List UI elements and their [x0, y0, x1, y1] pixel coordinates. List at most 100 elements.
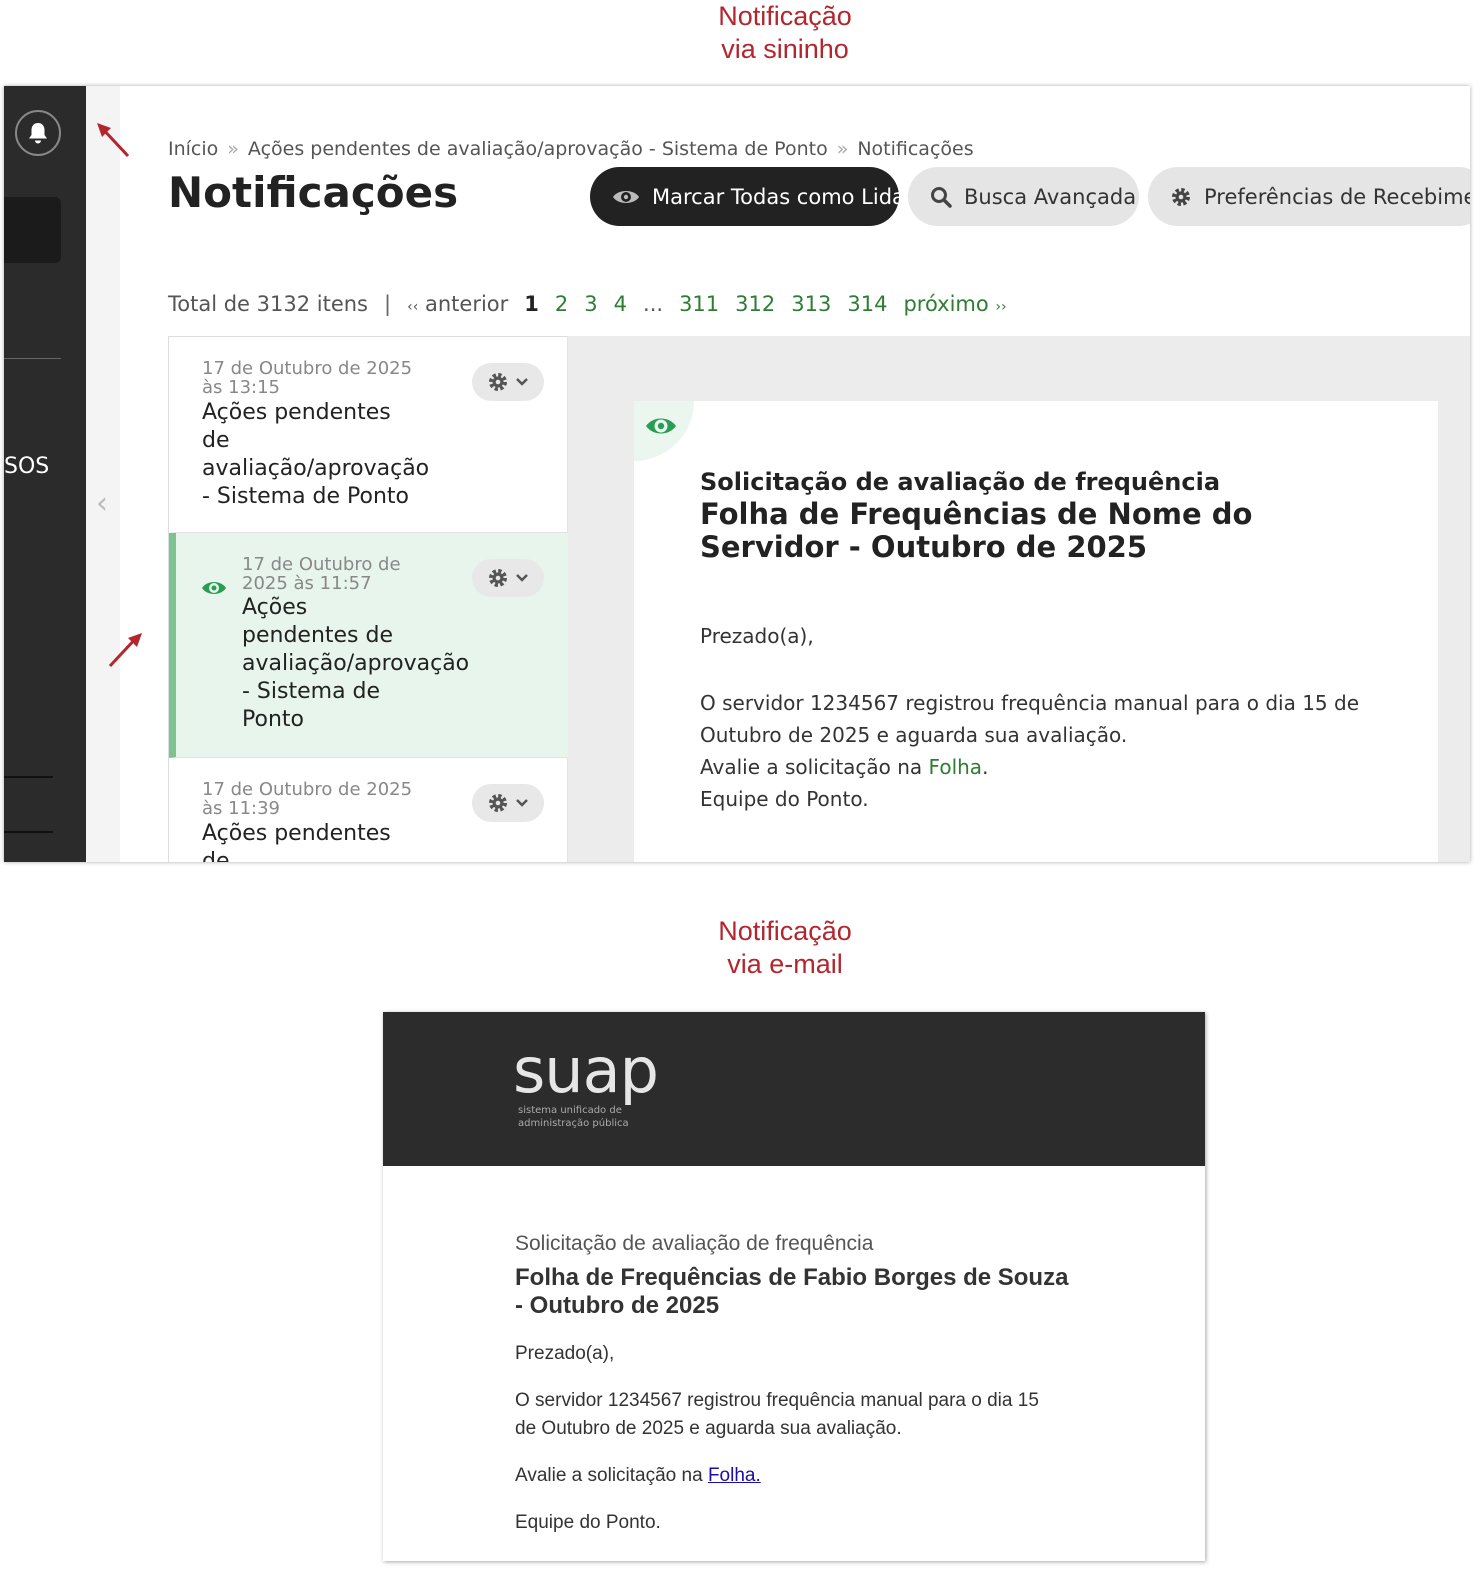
notification-title: Ações pendentes de avaliação/aprovação -… — [242, 594, 469, 734]
pagination-page[interactable]: 313 — [791, 292, 831, 316]
email-signature: Equipe do Ponto. — [515, 1512, 661, 1533]
chevron-left-icon[interactable]: ‹ — [96, 486, 108, 521]
notification-item[interactable]: 17 de Outubro de 2025 às 13:15 Ações pen… — [169, 337, 568, 533]
suap-logo-tagline: sistema unificado de administração públi… — [518, 1104, 629, 1130]
app-screenshot: SOS ‹ Início» Ações pendentes de avaliaçã… — [4, 86, 1470, 862]
pagination-page[interactable]: 314 — [847, 292, 887, 316]
chevron-down-icon — [516, 378, 528, 386]
date-line: 2025 às 11:57 — [242, 573, 372, 594]
pagination: Total de 3132 itens | ‹‹ anterior 1 2 3 … — [168, 292, 1007, 316]
email-review-prefix: Avalie a solicitação na — [515, 1465, 708, 1486]
prev-arrows: ‹‹ — [407, 299, 419, 315]
notification-actions-button[interactable] — [472, 784, 544, 822]
next-arrows: ›› — [995, 299, 1007, 315]
pagination-ellipsis: ... — [643, 292, 664, 316]
pagination-page[interactable]: 3 — [584, 292, 597, 316]
arrow-icon — [97, 123, 130, 158]
title-line: Ações pendentes — [202, 821, 391, 846]
notification-item-selected[interactable]: 17 de Outubro de 2025 às 11:57 Ações pen… — [169, 533, 568, 758]
next-label: próximo — [903, 292, 989, 316]
eye-icon — [646, 418, 676, 434]
gear-icon — [489, 794, 507, 812]
tagline-line: sistema unificado de — [518, 1105, 622, 1116]
review-prefix: Avalie a solicitação na — [700, 755, 929, 779]
eye-icon — [613, 190, 639, 203]
detail-body-line: O servidor 1234567 registrou frequência … — [700, 691, 1359, 715]
chevron-down-icon — [516, 799, 528, 807]
caption-email-line2: via e-mail — [727, 949, 843, 979]
detail-signature: Equipe do Ponto. — [700, 787, 869, 811]
date-line: 17 de Outubro de — [242, 554, 401, 575]
gear-icon — [489, 373, 507, 391]
caption-email: Notificação via e-mail — [685, 915, 885, 981]
notification-item[interactable]: 17 de Outubro de 2025 às 11:39 Ações pen… — [169, 758, 568, 862]
email-body-line: de Outubro de 2025 e aguarda sua avaliaç… — [515, 1418, 902, 1439]
pagination-page[interactable]: 2 — [555, 292, 568, 316]
pagination-current-page: 1 — [524, 292, 539, 316]
arrow-icon — [108, 633, 142, 668]
pagination-separator: | — [384, 292, 392, 316]
chevron-down-icon — [516, 574, 528, 582]
bell-icon — [29, 123, 47, 144]
notification-date: 17 de Outubro de 2025 às 13:15 — [202, 359, 412, 397]
breadcrumb-parent[interactable]: Ações pendentes de avaliação/aprovação -… — [248, 138, 828, 160]
review-suffix: . — [982, 755, 989, 779]
advanced-search-button[interactable]: Busca Avançada — [908, 167, 1139, 226]
detail-body-line: Outubro de 2025 e aguarda sua avaliação. — [700, 723, 1128, 747]
notification-title: Ações pendentes de avaliação/aprovação -… — [202, 399, 429, 511]
sidebar-toggle-strip[interactable] — [86, 86, 120, 862]
email-greeting: Prezado(a), — [515, 1343, 615, 1364]
caption-email-line1: Notificação — [718, 916, 852, 946]
email-body-line: O servidor 1234567 registrou frequência … — [515, 1390, 1039, 1411]
receive-preferences-button[interactable]: Preferências de Recebiment — [1148, 167, 1470, 226]
date-line: 17 de Outubro de 2025 — [202, 358, 413, 379]
mark-all-read-button[interactable]: Marcar Todas como Lida — [590, 167, 905, 226]
mark-all-read-label: Marcar Todas como Lida — [652, 184, 905, 209]
notifications-bell-button[interactable] — [15, 110, 61, 156]
notification-date: 17 de Outubro de 2025 às 11:57 — [242, 555, 401, 593]
sidebar-divider — [4, 776, 53, 778]
sidebar-active-item[interactable] — [4, 197, 61, 263]
email-folha-link[interactable]: Folha. — [708, 1465, 761, 1486]
sidebar-item-sos[interactable]: SOS — [4, 454, 49, 479]
gear-icon — [489, 569, 507, 587]
gear-icon — [1172, 187, 1190, 206]
search-icon — [931, 186, 952, 208]
detail-body: O servidor 1234567 registrou frequência … — [700, 687, 1359, 815]
title-line: Ações pendentes — [202, 400, 391, 425]
email-screenshot: suap sistema unificado de administração … — [383, 1012, 1205, 1561]
detail-review-line: Avalie a solicitação na Folha. — [700, 751, 1359, 783]
pagination-page[interactable]: 4 — [614, 292, 627, 316]
breadcrumb: Início» Ações pendentes de avaliação/apro… — [168, 138, 974, 160]
sidebar: SOS — [4, 86, 86, 862]
suap-logo: suap — [513, 1034, 659, 1107]
pagination-prev[interactable]: ‹‹ anterior — [407, 292, 508, 316]
title-line: - Sistema de Ponto — [202, 484, 410, 509]
email-heading: Folha de Frequências de Fabio Borges de … — [515, 1264, 1069, 1319]
email-subject: Solicitação de avaliação de frequência — [515, 1232, 874, 1255]
detail-greeting: Prezado(a), — [700, 624, 814, 648]
title-line: - Sistema de — [242, 679, 381, 704]
pagination-next[interactable]: próximo ›› — [903, 292, 1006, 316]
pagination-page[interactable]: 312 — [735, 292, 775, 316]
title-line: Ponto — [242, 707, 304, 732]
folha-link[interactable]: Folha — [929, 755, 983, 779]
eye-icon — [202, 582, 226, 594]
caption-bell-line1: Notificação — [718, 1, 852, 31]
title-line: avaliação/aprovação — [202, 456, 430, 481]
notification-list: 17 de Outubro de 2025 às 13:15 Ações pen… — [168, 336, 568, 862]
pagination-page[interactable]: 311 — [679, 292, 719, 316]
title-line: de — [202, 849, 230, 862]
notification-actions-button[interactable] — [472, 363, 544, 401]
notification-date: 17 de Outubro de 2025 às 11:39 — [202, 780, 412, 818]
notification-actions-button[interactable] — [472, 559, 544, 597]
title-line: Ações — [242, 595, 308, 620]
page-title: Notificações — [168, 168, 459, 217]
email-review-line: Avalie a solicitação na Folha. — [515, 1462, 761, 1490]
breadcrumb-home[interactable]: Início — [168, 138, 218, 160]
advanced-search-label: Busca Avançada — [964, 184, 1137, 209]
email-header: suap sistema unificado de administração … — [383, 1012, 1205, 1166]
title-line: avaliação/aprovação — [242, 651, 470, 676]
notification-title: Ações pendentes de — [202, 820, 391, 862]
tagline-line: administração pública — [518, 1118, 629, 1129]
